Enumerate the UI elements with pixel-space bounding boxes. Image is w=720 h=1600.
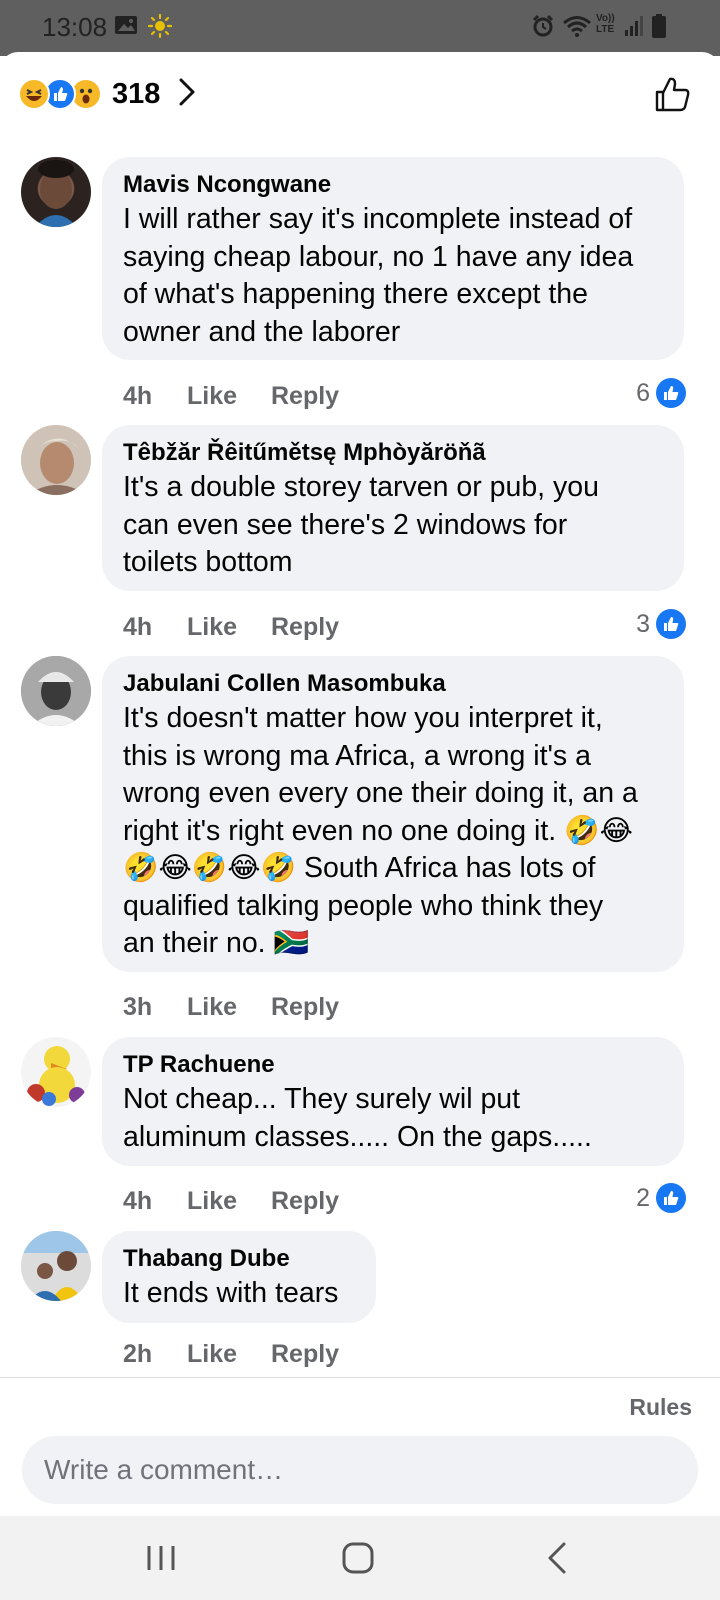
home-icon[interactable]	[338, 1538, 378, 1578]
comment-text-line: can even see there's 2 windows for	[123, 508, 568, 541]
comment-text-line: It ends with tears	[123, 1277, 339, 1309]
volte-icon: Vo)) LTE	[596, 13, 615, 35]
back-icon[interactable]	[537, 1538, 577, 1578]
comment-bubble[interactable]: Têbžăr Řêitűmětsę Mphòyăröňã It's a doub…	[102, 425, 684, 591]
avatar[interactable]	[21, 425, 91, 495]
like-button[interactable]: Like	[187, 993, 271, 1022]
commenter-name[interactable]: Jabulani Collen Masombuka	[123, 668, 664, 700]
comment-time[interactable]: 4h	[123, 1187, 187, 1216]
reply-button[interactable]: Reply	[271, 382, 339, 411]
image-icon	[114, 14, 138, 41]
comment-text-line: owner and the laborer	[123, 315, 401, 348]
comment-text-line: Not cheap... They surely wil put	[123, 1083, 521, 1115]
comment-actions: 3h Like Reply	[123, 989, 339, 1025]
comment-text-line: toilets bottom	[123, 546, 293, 578]
divider	[0, 1377, 720, 1378]
comment-input[interactable]	[22, 1436, 698, 1504]
comment-time[interactable]: 3h	[123, 993, 187, 1022]
reactions-summary[interactable]: 318	[18, 72, 196, 116]
comment-text-line: I will rather say it's incomplete instea…	[123, 203, 633, 235]
comment-actions: 4h Like Reply	[123, 1183, 339, 1219]
comment-likes[interactable]: 3	[636, 609, 686, 639]
status-time: 13:08	[42, 12, 108, 42]
avatar[interactable]	[21, 656, 91, 726]
comment-text-line: 🤣😂🤣😂🤣 South Africa has lots of	[123, 852, 596, 884]
comment-time[interactable]: 4h	[123, 613, 187, 642]
reply-button[interactable]: Reply	[271, 613, 339, 642]
likes-count: 6	[636, 378, 650, 407]
comment-text-line: qualified talking people who think they	[123, 889, 604, 922]
signal-icon	[624, 14, 646, 43]
thumbs-up-icon[interactable]	[652, 74, 692, 114]
comment-text-line: of what's happening there except the	[123, 278, 588, 310]
alarm-icon	[531, 14, 555, 43]
reply-button[interactable]: Reply	[271, 993, 339, 1022]
like-button[interactable]: Like	[187, 1187, 271, 1216]
comment-bubble[interactable]: Thabang Dube It ends with tears	[102, 1231, 376, 1323]
commenter-name[interactable]: TP Rachuene	[123, 1049, 664, 1081]
reply-button[interactable]: Reply	[271, 1187, 339, 1216]
commenter-name[interactable]: Mavis Ncongwane	[123, 169, 664, 201]
like-button[interactable]: Like	[187, 1340, 271, 1369]
comment-text-line: saying cheap labour, no 1 have any idea	[123, 240, 634, 273]
status-bar: 13:08 Vo)) LTE	[0, 0, 720, 56]
comment-text-line: It's a double storey tarven or pub, you	[123, 471, 599, 503]
like-button[interactable]: Like	[187, 382, 271, 411]
system-nav-bar	[0, 1516, 720, 1600]
reply-button[interactable]: Reply	[271, 1340, 339, 1369]
like-reaction-icon	[656, 1183, 686, 1213]
comment-text-line: right it's right even no one doing it. 🤣…	[123, 814, 633, 847]
haha-emoji-icon	[18, 78, 50, 110]
sun-icon	[147, 13, 173, 43]
comment-actions: 4h Like Reply	[123, 609, 339, 645]
comment-bubble[interactable]: TP Rachuene Not cheap... They surely wil…	[102, 1037, 684, 1166]
wifi-icon	[562, 14, 592, 43]
avatar[interactable]	[21, 1231, 91, 1301]
likes-count: 2	[636, 1183, 650, 1212]
comment-actions: 2h Like Reply	[123, 1336, 339, 1372]
comment-bubble[interactable]: Jabulani Collen Masombuka It's doesn't m…	[102, 656, 684, 972]
rules-link[interactable]: Rules	[629, 1394, 692, 1421]
reaction-count: 318	[112, 77, 161, 110]
comment-likes[interactable]: 2	[636, 1183, 686, 1213]
like-reaction-icon	[656, 609, 686, 639]
comment-time[interactable]: 2h	[123, 1340, 187, 1369]
like-button[interactable]: Like	[187, 613, 271, 642]
likes-count: 3	[636, 609, 650, 638]
battery-icon	[652, 14, 666, 43]
comment-bubble[interactable]: Mavis Ncongwane I will rather say it's i…	[102, 157, 684, 360]
comment-text-line: wrong even every one their doing it, an …	[123, 777, 638, 809]
chevron-right-icon[interactable]	[178, 77, 196, 112]
commenter-name[interactable]: Têbžăr Řêitűmětsę Mphòyăröňã	[123, 437, 664, 469]
comment-likes[interactable]: 6	[636, 378, 686, 408]
comment-text-line: aluminum classes..... On the gaps.....	[123, 1120, 592, 1153]
comment-text-line: It's doesn't matter how you interpret it…	[123, 702, 603, 734]
comment-text-line: an their no. 🇿🇦	[123, 927, 310, 959]
comment-text-line: this is wrong ma Africa, a wrong it's a	[123, 739, 591, 772]
recent-apps-icon[interactable]	[141, 1538, 181, 1578]
comment-time[interactable]: 4h	[123, 382, 187, 411]
comment-actions: 4h Like Reply	[123, 378, 339, 414]
commenter-name[interactable]: Thabang Dube	[123, 1243, 356, 1275]
avatar[interactable]	[21, 1037, 91, 1107]
like-reaction-icon	[656, 378, 686, 408]
avatar[interactable]	[21, 157, 91, 227]
